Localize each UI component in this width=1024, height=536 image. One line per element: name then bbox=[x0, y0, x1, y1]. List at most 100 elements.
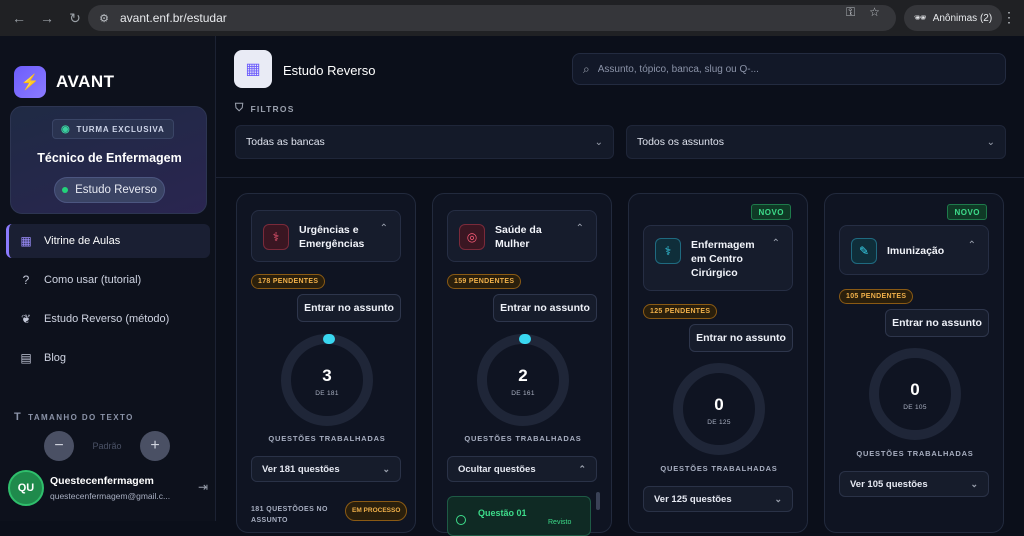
reload-icon[interactable]: ↻ bbox=[64, 7, 86, 29]
topic-header[interactable]: ✎ Imunização ⌃ bbox=[839, 225, 989, 275]
list-item[interactable]: Questão 01 Revisto bbox=[447, 496, 591, 536]
turma-title: Técnico de Enfermagem bbox=[37, 151, 182, 165]
map-pin-icon: ◉ bbox=[61, 123, 71, 135]
chevron-up-icon[interactable]: ⌃ bbox=[968, 240, 976, 251]
turma-card: ◉ TURMA EXCLUSIVA Técnico de Enfermagem … bbox=[10, 106, 207, 214]
main-header: ▦ Estudo Reverso ⌕ ⛉ FILTROS Todas as ba… bbox=[216, 36, 1024, 178]
chevron-down-icon: ⌄ bbox=[382, 463, 390, 474]
worked-count: 2 bbox=[518, 366, 528, 385]
progress-ring: 0 DE 105 bbox=[869, 348, 961, 440]
text-size-decrease-button[interactable]: − bbox=[44, 431, 74, 461]
site-settings-icon[interactable]: ⚙ bbox=[96, 10, 112, 26]
user-profile[interactable]: QU Questecenfermagem questecenfermagem@g… bbox=[8, 468, 208, 508]
topic-header[interactable]: ⚕ Urgências e Emergências ⌃ bbox=[251, 210, 401, 262]
pending-badge: 125 PENDENTES bbox=[643, 304, 718, 319]
chevron-down-icon: ⌄ bbox=[594, 136, 603, 148]
logout-icon[interactable]: ⇥ bbox=[198, 480, 208, 494]
topic-card-urgencias: ⚕ Urgências e Emergências ⌃ 178 PENDENTES… bbox=[236, 193, 416, 533]
enter-topic-button[interactable]: Entrar no assunto bbox=[493, 294, 597, 322]
user-email: questecenfermagem@gmail.c... bbox=[50, 491, 171, 501]
text-size-controls: − Padrão + bbox=[44, 431, 170, 461]
new-badge: NOVO bbox=[751, 204, 791, 220]
topic-title: Enfermagem em Centro Cirúrgico bbox=[691, 239, 755, 279]
chevron-down-icon: ⌄ bbox=[774, 493, 782, 504]
incognito-label: Anônimas (2) bbox=[932, 12, 993, 24]
stethoscope-icon: ⚕ bbox=[263, 224, 289, 250]
incognito-button[interactable]: 🕶 Anônimas (2) bbox=[904, 5, 1003, 31]
enter-topic-button[interactable]: Entrar no assunto bbox=[689, 324, 793, 352]
toggle-questions-button[interactable]: Ocultar questões ⌃ bbox=[447, 456, 597, 482]
sidebar-item-label: Estudo Reverso (método) bbox=[44, 313, 170, 325]
topic-header[interactable]: ⚕ Enfermagem em Centro Cirúrgico ⌃ bbox=[643, 225, 793, 291]
worked-label: QUESTÕES TRABALHADAS bbox=[464, 434, 582, 443]
sidebar-item-vitrine[interactable]: ▦ Vitrine de Aulas bbox=[6, 224, 210, 258]
filters-label-text: FILTROS bbox=[250, 103, 295, 114]
worked-label: QUESTÕES TRABALHADAS bbox=[856, 449, 974, 458]
worked-total: DE 125 bbox=[707, 419, 731, 426]
stethoscope-icon: ⚕ bbox=[655, 238, 681, 264]
worked-total: DE 181 bbox=[315, 390, 339, 397]
enter-topic-button[interactable]: Entrar no assunto bbox=[297, 294, 401, 322]
brand[interactable]: ⚡ AVANT bbox=[14, 66, 115, 98]
topic-card-centro-cirurgico: NOVO ⚕ Enfermagem em Centro Cirúrgico ⌃ 12… bbox=[628, 193, 808, 533]
filter-icon: ⛉ bbox=[235, 102, 245, 114]
sidebar-item-blog[interactable]: ▤ Blog bbox=[6, 341, 210, 375]
grid-icon: ▦ bbox=[20, 234, 32, 248]
worked-label: QUESTÕES TRABALHADAS bbox=[268, 434, 386, 443]
bookmark-star-icon[interactable]: ☆ bbox=[869, 5, 880, 20]
assunto-select[interactable]: Todos os assuntos ⌄ bbox=[626, 125, 1006, 159]
check-circle-icon bbox=[456, 515, 466, 525]
sidebar-menu: ▦ Vitrine de Aulas ? Como usar (tutorial… bbox=[6, 224, 210, 380]
sidebar-item-label: Vitrine de Aulas bbox=[44, 235, 121, 247]
progress-ring: 3 DE 181 bbox=[281, 334, 373, 426]
progress-ring-fill bbox=[323, 334, 335, 344]
turma-badge-label: TURMA EXCLUSIVA bbox=[76, 124, 165, 134]
text-icon: T bbox=[14, 411, 23, 423]
banca-select[interactable]: Todas as bancas ⌄ bbox=[235, 125, 614, 159]
worked-total: DE 105 bbox=[903, 404, 927, 411]
sidebar-item-label: Como usar (tutorial) bbox=[44, 274, 142, 286]
url-text[interactable]: avant.enf.br/estudar bbox=[120, 11, 227, 25]
sidebar-item-metodo[interactable]: ❦ Estudo Reverso (método) bbox=[6, 302, 210, 336]
pending-badge: 105 PENDENTES bbox=[839, 289, 914, 304]
topic-title: Saúde da Mulher bbox=[495, 224, 542, 250]
topic-title: Imunização bbox=[887, 245, 945, 257]
toggle-questions-label: Ver 181 questões bbox=[262, 463, 340, 475]
assunto-select-value: Todos os assuntos bbox=[637, 136, 724, 148]
turma-pill[interactable]: Estudo Reverso bbox=[54, 177, 165, 203]
password-key-icon[interactable]: ⚿ bbox=[846, 5, 855, 20]
enter-topic-button[interactable]: Entrar no assunto bbox=[885, 309, 989, 337]
toggle-questions-button[interactable]: Ver 181 questões ⌄ bbox=[251, 456, 401, 482]
back-arrow-icon[interactable]: ← bbox=[8, 7, 30, 29]
questions-scrollbar[interactable] bbox=[596, 492, 600, 510]
search-input[interactable] bbox=[597, 63, 1005, 75]
progress-ring: 0 DE 125 bbox=[673, 363, 765, 455]
lightning-icon: ⚡ bbox=[14, 66, 46, 98]
chevron-down-icon: ⌄ bbox=[986, 136, 995, 148]
toggle-questions-button[interactable]: Ver 105 questões ⌄ bbox=[839, 471, 989, 497]
toggle-questions-label: Ocultar questões bbox=[458, 463, 536, 475]
topic-card-saude-mulher: ◎ Saúde da Mulher ⌃ 159 PENDENTES Entrar … bbox=[432, 193, 612, 536]
chevron-up-icon[interactable]: ⌃ bbox=[576, 223, 584, 234]
help-circle-icon: ? bbox=[22, 273, 30, 287]
sidebar: ⚡ AVANT ◉ TURMA EXCLUSIVA Técnico de Enf… bbox=[0, 36, 216, 521]
banca-select-value: Todas as bancas bbox=[246, 136, 325, 148]
pending-badge: 159 PENDENTES bbox=[447, 274, 522, 289]
chevron-up-icon[interactable]: ⌃ bbox=[772, 238, 780, 249]
topic-header[interactable]: ◎ Saúde da Mulher ⌃ bbox=[447, 210, 597, 262]
turma-badge: ◉ TURMA EXCLUSIVA bbox=[52, 119, 174, 139]
sidebar-item-tutorial[interactable]: ? Como usar (tutorial) bbox=[6, 263, 210, 297]
text-size-value: Padrão bbox=[92, 441, 122, 451]
browser-menu-icon[interactable]: ⋮ bbox=[1002, 9, 1016, 26]
female-icon: ◎ bbox=[459, 224, 485, 250]
incognito-icon: 🕶 bbox=[914, 12, 927, 24]
brain-icon: ❦ bbox=[20, 312, 32, 326]
text-size-increase-button[interactable]: + bbox=[140, 431, 170, 461]
chevron-up-icon[interactable]: ⌃ bbox=[380, 223, 388, 234]
search-box[interactable]: ⌕ bbox=[572, 53, 1006, 85]
forward-arrow-icon[interactable]: → bbox=[36, 7, 58, 29]
status-dot bbox=[62, 187, 69, 193]
address-bar[interactable]: ⚙ avant.enf.br/estudar bbox=[88, 5, 896, 31]
toggle-questions-button[interactable]: Ver 125 questões ⌄ bbox=[643, 486, 793, 512]
toggle-questions-label: Ver 105 questões bbox=[850, 478, 928, 490]
